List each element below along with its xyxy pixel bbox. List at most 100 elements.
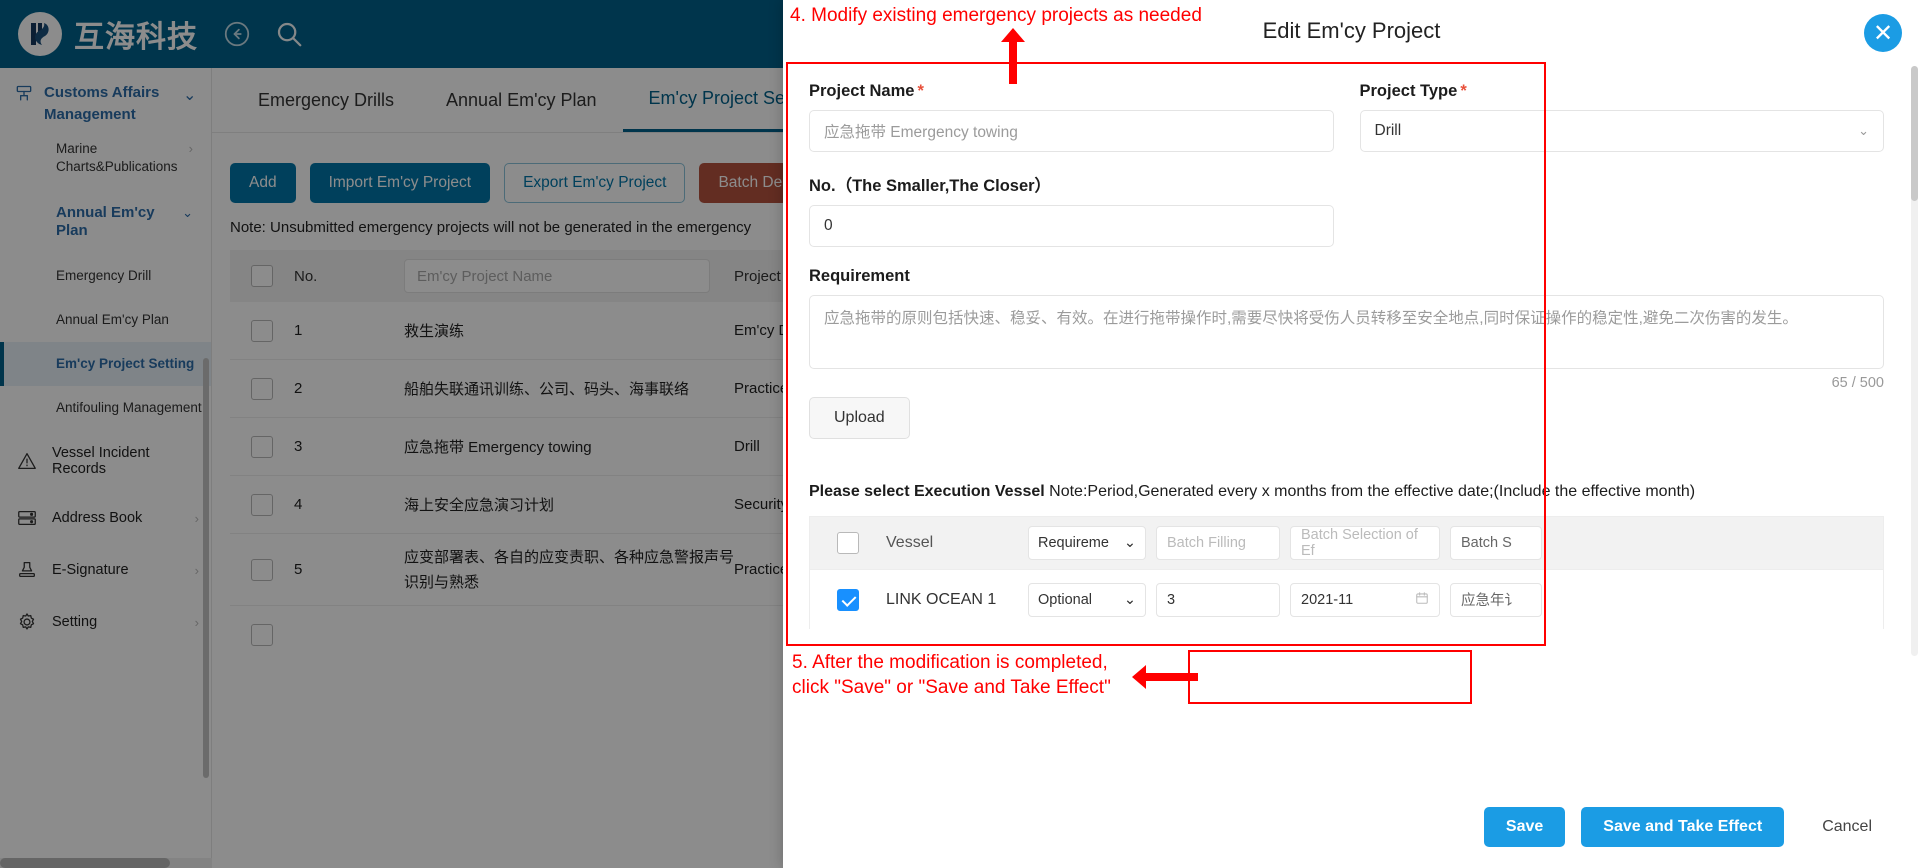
sidebar-item-emergency-drill[interactable]: Emergency Drill xyxy=(0,254,211,298)
annotation-step-5-line1: 5. After the modification is completed, xyxy=(792,652,1108,673)
sidebar-item-emcy-project-setting[interactable]: Em'cy Project Setting xyxy=(0,342,211,386)
row-checkbox[interactable] xyxy=(230,624,294,646)
vessel-last-column[interactable]: 应急年讠 xyxy=(1450,582,1542,617)
sidebar-group-customs-affairs[interactable]: Customs Affairs Management ⌄ xyxy=(0,68,211,126)
annotation-step-5-line2: click "Save" or "Save and Take Effect" xyxy=(792,677,1111,698)
add-button[interactable]: Add xyxy=(230,163,296,203)
annotation-step-5: 5. After the modification is completed, … xyxy=(792,650,1132,700)
vessel-table-row[interactable]: LINK OCEAN 1 Optional ⌄ 3 2021-11 应急年讠 xyxy=(810,569,1883,629)
batch-filling-input[interactable]: Batch Filling xyxy=(1156,526,1280,560)
save-button[interactable]: Save xyxy=(1483,807,1566,847)
vessel-effective-date-input[interactable]: 2021-11 xyxy=(1290,582,1440,617)
label-text: Project Type xyxy=(1359,82,1458,100)
address-book-icon xyxy=(16,507,40,529)
vessel-row-checkbox[interactable] xyxy=(820,588,876,611)
sidebar-item-label: Setting xyxy=(52,614,98,630)
requirement-textarea[interactable]: 应急拖带的原则包括快速、稳妥、有效。在进行拖带操作时,需要尽快将受伤人员转移至安… xyxy=(809,295,1884,369)
vessel-table-header: Vessel Requireme ⌄ Batch Filling Batch S… xyxy=(810,517,1883,569)
label-requirement: Requirement xyxy=(809,267,910,285)
project-name-value: 应急拖带 Emergency towing xyxy=(824,124,1018,141)
vessel-select-all-checkbox[interactable] xyxy=(820,532,876,554)
execution-vessel-title: Please select Execution Vessel xyxy=(809,483,1045,500)
cell-name: 应变部署表、各自的应变责职、各种应急警报声号识别与熟悉 xyxy=(404,548,735,591)
vessel-requirement-select[interactable]: Optional ⌄ xyxy=(1028,582,1146,617)
cell-no: 1 xyxy=(294,322,303,339)
chevron-right-icon: › xyxy=(188,141,193,156)
sidebar-scrollbar[interactable] xyxy=(203,358,209,778)
gear-icon xyxy=(16,611,40,633)
label-no: No.（The Smaller,The Closer） xyxy=(809,177,1052,195)
tab-emergency-drills[interactable]: Emergency Drills xyxy=(232,68,420,132)
cell-no: 3 xyxy=(294,438,303,455)
vessel-effective-date-value: 2021-11 xyxy=(1301,591,1354,608)
dialog-scrollbar[interactable] xyxy=(1911,66,1918,656)
save-and-take-effect-button[interactable]: Save and Take Effect xyxy=(1581,807,1785,847)
import-emcy-project-button[interactable]: Import Em'cy Project xyxy=(309,163,491,203)
batch-selection-effective-date[interactable]: Batch Selection of Ef xyxy=(1290,526,1440,560)
sidebar-item-address-book[interactable]: Address Book › xyxy=(0,492,211,544)
chevron-down-icon: ⌄ xyxy=(182,205,193,220)
sidebar-item-annual-emcy-plan[interactable]: Annual Em'cy Plan xyxy=(0,298,211,342)
sidebar-expandable-annual-plan[interactable]: Annual Em'cy Plan ⌄ xyxy=(0,190,211,254)
batch-requirement-select[interactable]: Requireme ⌄ xyxy=(1028,526,1146,560)
edit-emcy-project-dialog: Edit Em'cy Project ✕ Project Name * 应急拖带 … xyxy=(783,0,1920,868)
sidebar-item-vessel-incident-records[interactable]: Vessel Incident Records xyxy=(0,430,211,492)
filter-input-text: Em'cy Project Name xyxy=(404,259,710,293)
chevron-down-icon: ⌄ xyxy=(1123,591,1136,608)
cell-no: 5 xyxy=(294,561,303,578)
filter-emcy-project-name-input[interactable]: Em'cy Project Name xyxy=(404,259,734,293)
sidebar-item-antifouling[interactable]: Antifouling Management xyxy=(0,386,211,430)
cell-name: 救生演练 xyxy=(404,323,465,340)
project-name-input[interactable]: 应急拖带 Emergency towing xyxy=(809,110,1334,152)
batch-selection-text: Batch Selection of Ef xyxy=(1301,527,1418,559)
row-no: No.（The Smaller,The Closer） 0 xyxy=(809,172,1884,247)
project-type-select[interactable]: Drill ⌄ xyxy=(1359,110,1884,152)
batch-s-column[interactable]: Batch S xyxy=(1450,526,1542,560)
upload-button[interactable]: Upload xyxy=(809,397,910,439)
tab-annual-emcy-plan[interactable]: Annual Em'cy Plan xyxy=(420,68,623,132)
row-checkbox[interactable] xyxy=(230,435,294,458)
sidebar-sub-marine-charts[interactable]: Marine Charts&Publications › xyxy=(0,126,211,190)
spacer-col xyxy=(1360,172,1885,247)
vessel-period-input[interactable]: 3 xyxy=(1156,582,1280,617)
back-arrow-icon[interactable] xyxy=(222,19,252,49)
row-checkbox[interactable] xyxy=(230,493,294,516)
sidebar-item-label: Em'cy Project Setting xyxy=(56,356,195,371)
vessel-name: LINK OCEAN 1 xyxy=(886,590,997,608)
sidebar-item-label: Antifouling Management xyxy=(56,400,202,415)
row-checkbox[interactable] xyxy=(230,319,294,342)
vessel-column-header: Vessel xyxy=(886,534,934,551)
sidebar-item-setting[interactable]: Setting › xyxy=(0,596,211,648)
sidebar-item-e-signature[interactable]: E-Signature › xyxy=(0,544,211,596)
row-checkbox[interactable] xyxy=(230,377,294,400)
no-input[interactable]: 0 xyxy=(809,205,1334,247)
sidebar-expandable-label: Annual Em'cy Plan xyxy=(56,204,155,239)
brand-logo[interactable]: 互海科技 xyxy=(0,12,200,56)
select-all-checkbox[interactable] xyxy=(230,265,294,287)
field-project-type: Project Type * Drill ⌄ xyxy=(1359,82,1884,152)
project-type-value: Drill xyxy=(1374,122,1402,139)
sidebar-item-label: Emergency Drill xyxy=(56,268,152,283)
export-emcy-project-button[interactable]: Export Em'cy Project xyxy=(504,163,686,203)
chevron-down-icon[interactable]: ⌄ xyxy=(183,85,197,105)
column-header-no: No. xyxy=(294,267,318,285)
logo-mark-icon xyxy=(18,12,62,56)
close-icon[interactable]: ✕ xyxy=(1864,14,1902,52)
chevron-down-icon: ⌄ xyxy=(1858,123,1869,138)
execution-vessel-table: Vessel Requireme ⌄ Batch Filling Batch S… xyxy=(809,516,1884,629)
sidebar-item-label: E-Signature xyxy=(52,562,129,578)
cancel-button[interactable]: Cancel xyxy=(1800,807,1894,847)
label-project-name: Project Name * xyxy=(809,82,1334,101)
row-checkbox[interactable] xyxy=(230,558,294,581)
no-value: 0 xyxy=(824,217,833,234)
search-icon[interactable] xyxy=(274,19,304,49)
chevron-down-icon: ⌄ xyxy=(1123,535,1136,551)
sidebar-horizontal-scrollbar[interactable] xyxy=(0,858,212,868)
chevron-right-icon: › xyxy=(194,614,199,630)
execution-vessel-hint: Note:Period,Generated every x months fro… xyxy=(1049,483,1696,500)
requirement-counter: 65 / 500 xyxy=(1831,375,1884,391)
batch-requirement-value: Requireme xyxy=(1038,535,1109,551)
sidebar-item-label: Vessel Incident Records xyxy=(52,445,150,477)
cell-name: 船舶失联通讯训练、公司、码头、海事联络 xyxy=(404,381,690,398)
sidebar-item-label: Annual Em'cy Plan xyxy=(56,312,169,327)
